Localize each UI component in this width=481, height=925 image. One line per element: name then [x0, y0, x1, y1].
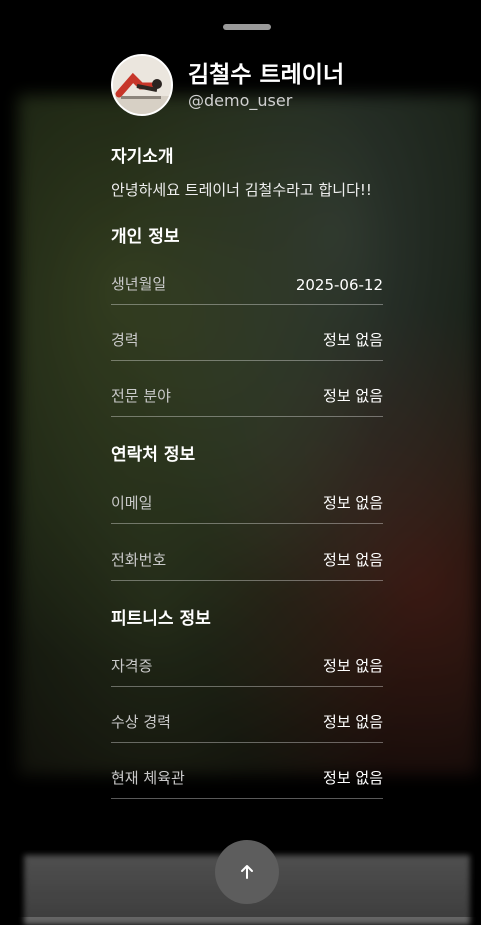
row-label: 자격증	[111, 657, 153, 675]
info-row-birthdate: 생년월일 2025-06-12	[111, 249, 383, 305]
section-title-fitness: 피트니스 정보	[111, 609, 211, 629]
info-row-specialty: 전문 분야 정보 없음	[111, 361, 383, 417]
trainer-photo-icon	[113, 56, 171, 114]
intro-text: 안녕하세요 트레이너 김철수라고 합니다!!	[111, 181, 372, 199]
avatar[interactable]	[111, 54, 173, 116]
row-label: 생년월일	[111, 275, 167, 293]
row-value: 정보 없음	[323, 331, 383, 349]
row-value: 정보 없음	[323, 769, 383, 787]
scroll-top-button[interactable]	[215, 840, 279, 904]
row-label: 현재 체육관	[111, 769, 185, 787]
row-label: 이메일	[111, 494, 153, 512]
profile-content: 자기소개 안녕하세요 트레이너 김철수라고 합니다!! 개인 정보 생년월일 2…	[111, 145, 383, 799]
section-title-personal: 개인 정보	[111, 227, 180, 247]
row-label: 수상 경력	[111, 713, 171, 731]
drag-handle[interactable]	[223, 24, 271, 30]
row-value: 정보 없음	[323, 713, 383, 731]
info-row-gym: 현재 체육관 정보 없음	[111, 743, 383, 799]
profile-header: 김철수 트레이너 @demo_user	[111, 54, 344, 116]
profile-username: @demo_user	[188, 90, 293, 110]
info-row-career: 경력 정보 없음	[111, 305, 383, 361]
row-value: 정보 없음	[323, 551, 383, 569]
row-label: 경력	[111, 331, 139, 349]
row-label: 전화번호	[111, 551, 167, 569]
section-title-intro: 자기소개	[111, 147, 174, 167]
row-label: 전문 분야	[111, 387, 171, 405]
row-value: 정보 없음	[323, 387, 383, 405]
row-value: 정보 없음	[323, 494, 383, 512]
info-row-phone: 전화번호 정보 없음	[111, 524, 383, 581]
profile-name: 김철수 트레이너	[188, 61, 345, 88]
arrow-up-icon	[241, 865, 253, 879]
section-title-contact: 연락처 정보	[111, 445, 196, 465]
info-row-certificates: 자격증 정보 없음	[111, 631, 383, 687]
row-value: 2025-06-12	[295, 276, 383, 294]
info-row-awards: 수상 경력 정보 없음	[111, 687, 383, 743]
info-row-email: 이메일 정보 없음	[111, 467, 383, 524]
row-value: 정보 없음	[323, 657, 383, 675]
